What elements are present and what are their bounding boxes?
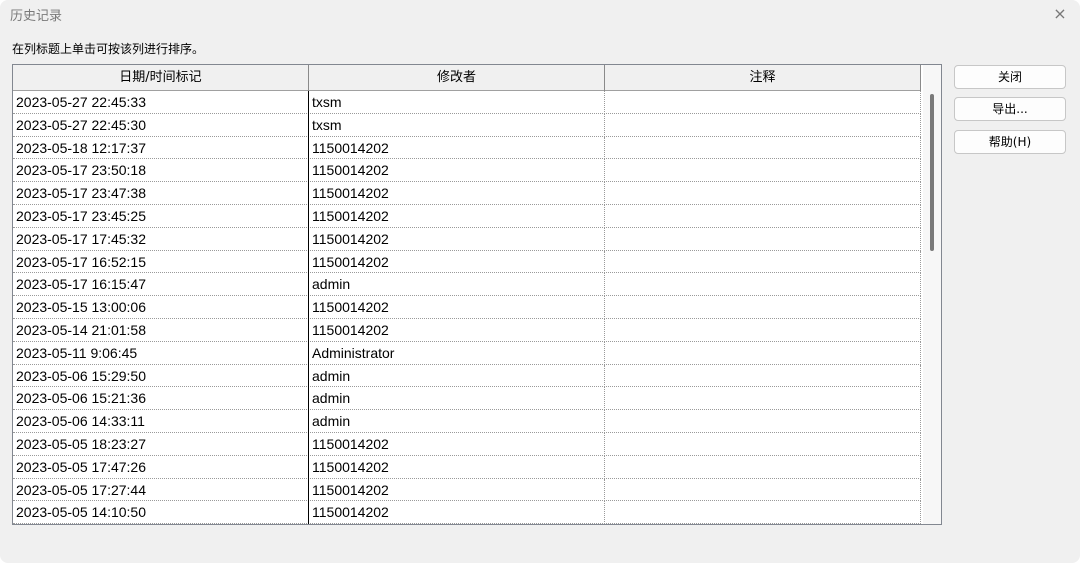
table-row[interactable]: 2023-05-11 9:06:45 Administrator bbox=[13, 341, 921, 365]
table-row[interactable]: 2023-05-18 12:17:37 1150014202 bbox=[13, 136, 921, 160]
cell-date: 2023-05-15 13:00:06 bbox=[13, 296, 309, 319]
cell-modifier: 1150014202 bbox=[309, 227, 605, 251]
history-dialog: 历史记录 × 在列标题上单击可按该列进行排序。 日期/时间标记 修改者 注释 2… bbox=[0, 0, 1080, 563]
table-row[interactable]: 2023-05-05 18:23:27 1150014202 bbox=[13, 432, 921, 456]
table-row[interactable]: 2023-05-17 23:45:25 1150014202 bbox=[13, 204, 921, 228]
table-row[interactable]: 2023-05-14 21:01:58 1150014202 bbox=[13, 318, 921, 342]
table-row[interactable]: 2023-05-17 16:52:15 1150014202 bbox=[13, 250, 921, 274]
cell-date: 2023-05-06 15:21:36 bbox=[13, 387, 309, 411]
table-row[interactable]: 2023-05-05 17:27:44 1150014202 bbox=[13, 478, 921, 502]
table-row[interactable]: 2023-05-27 22:45:30 txsm bbox=[13, 113, 921, 137]
cell-date: 2023-05-05 14:10:50 bbox=[13, 501, 309, 524]
cell-modifier: 1150014202 bbox=[309, 478, 605, 502]
cell-modifier: admin bbox=[309, 410, 605, 433]
close-icon[interactable]: × bbox=[1050, 4, 1070, 24]
cell-date: 2023-05-18 12:17:37 bbox=[13, 136, 309, 160]
cell-comment bbox=[605, 410, 921, 433]
cell-comment bbox=[605, 113, 921, 137]
cell-modifier: 1150014202 bbox=[309, 455, 605, 479]
cell-comment bbox=[605, 91, 921, 114]
cell-date: 2023-05-17 17:45:32 bbox=[13, 227, 309, 251]
cell-modifier: admin bbox=[309, 273, 605, 297]
cell-comment bbox=[605, 136, 921, 160]
cell-comment bbox=[605, 250, 921, 274]
cell-comment bbox=[605, 455, 921, 479]
cell-date: 2023-05-06 14:33:11 bbox=[13, 410, 309, 433]
history-list[interactable]: 日期/时间标记 修改者 注释 2023-05-27 22:45:33 txsm 20… bbox=[12, 64, 942, 525]
column-header-comment[interactable]: 注释 bbox=[605, 65, 921, 91]
cell-date: 2023-05-05 17:47:26 bbox=[13, 455, 309, 479]
list-header: 日期/时间标记 修改者 注释 bbox=[13, 65, 921, 91]
cell-comment bbox=[605, 387, 921, 411]
cell-comment bbox=[605, 478, 921, 502]
cell-modifier: txsm bbox=[309, 113, 605, 137]
cell-date: 2023-05-05 18:23:27 bbox=[13, 432, 309, 456]
cell-comment bbox=[605, 364, 921, 388]
window-title: 历史记录 bbox=[10, 9, 63, 24]
cell-date: 2023-05-27 22:45:33 bbox=[13, 91, 309, 114]
cell-modifier: 1150014202 bbox=[309, 318, 605, 342]
table-row[interactable]: 2023-05-27 22:45:33 txsm bbox=[13, 91, 921, 114]
table-row[interactable]: 2023-05-15 13:00:06 1150014202 bbox=[13, 296, 921, 319]
scrollbar-thumb[interactable] bbox=[930, 94, 934, 251]
cell-comment bbox=[605, 182, 921, 205]
cell-modifier: 1150014202 bbox=[309, 182, 605, 205]
close-button[interactable]: 关闭 bbox=[954, 65, 1066, 89]
cell-comment bbox=[605, 296, 921, 319]
table-row[interactable]: 2023-05-17 23:50:18 1150014202 bbox=[13, 159, 921, 183]
title-bar: 历史记录 × bbox=[0, 0, 1080, 31]
cell-comment bbox=[605, 227, 921, 251]
table-row[interactable]: 2023-05-05 14:10:50 1150014202 bbox=[13, 501, 921, 524]
cell-date: 2023-05-27 22:45:30 bbox=[13, 113, 309, 137]
table-row[interactable]: 2023-05-05 17:47:26 1150014202 bbox=[13, 455, 921, 479]
cell-modifier: Administrator bbox=[309, 341, 605, 365]
table-row[interactable]: 2023-05-06 15:21:36 admin bbox=[13, 387, 921, 411]
sort-hint-text: 在列标题上单击可按该列进行排序。 bbox=[12, 42, 205, 56]
cell-comment bbox=[605, 159, 921, 183]
cell-date: 2023-05-11 9:06:45 bbox=[13, 341, 309, 365]
cell-comment bbox=[605, 204, 921, 228]
list-rows: 2023-05-27 22:45:33 txsm 2023-05-27 22:45:… bbox=[13, 91, 921, 524]
table-row[interactable]: 2023-05-17 23:47:38 1150014202 bbox=[13, 182, 921, 205]
cell-comment bbox=[605, 273, 921, 297]
cell-date: 2023-05-05 17:27:44 bbox=[13, 478, 309, 502]
cell-modifier: 1150014202 bbox=[309, 250, 605, 274]
cell-date: 2023-05-17 16:15:47 bbox=[13, 273, 309, 297]
cell-modifier: 1150014202 bbox=[309, 136, 605, 160]
column-header-date[interactable]: 日期/时间标记 bbox=[13, 65, 309, 91]
cell-modifier: 1150014202 bbox=[309, 204, 605, 228]
cell-modifier: 1150014202 bbox=[309, 159, 605, 183]
cell-date: 2023-05-17 16:52:15 bbox=[13, 250, 309, 274]
table-row[interactable]: 2023-05-06 15:29:50 admin bbox=[13, 364, 921, 388]
table-row[interactable]: 2023-05-17 17:45:32 1150014202 bbox=[13, 227, 921, 251]
cell-comment bbox=[605, 432, 921, 456]
cell-comment bbox=[605, 318, 921, 342]
column-header-modifier[interactable]: 修改者 bbox=[309, 65, 605, 91]
vertical-scrollbar[interactable] bbox=[923, 65, 941, 524]
cell-comment bbox=[605, 341, 921, 365]
cell-date: 2023-05-14 21:01:58 bbox=[13, 318, 309, 342]
cell-date: 2023-05-17 23:50:18 bbox=[13, 159, 309, 183]
cell-modifier: admin bbox=[309, 387, 605, 411]
table-row[interactable]: 2023-05-17 16:15:47 admin bbox=[13, 273, 921, 297]
cell-modifier: 1150014202 bbox=[309, 501, 605, 524]
cell-comment bbox=[605, 501, 921, 524]
cell-date: 2023-05-17 23:45:25 bbox=[13, 204, 309, 228]
cell-date: 2023-05-17 23:47:38 bbox=[13, 182, 309, 205]
cell-modifier: txsm bbox=[309, 91, 605, 114]
cell-modifier: 1150014202 bbox=[309, 296, 605, 319]
cell-modifier: admin bbox=[309, 364, 605, 388]
table-row[interactable]: 2023-05-06 14:33:11 admin bbox=[13, 410, 921, 433]
help-button[interactable]: 帮助(H) bbox=[954, 130, 1066, 154]
export-button[interactable]: 导出... bbox=[954, 97, 1066, 121]
cell-date: 2023-05-06 15:29:50 bbox=[13, 364, 309, 388]
cell-modifier: 1150014202 bbox=[309, 432, 605, 456]
